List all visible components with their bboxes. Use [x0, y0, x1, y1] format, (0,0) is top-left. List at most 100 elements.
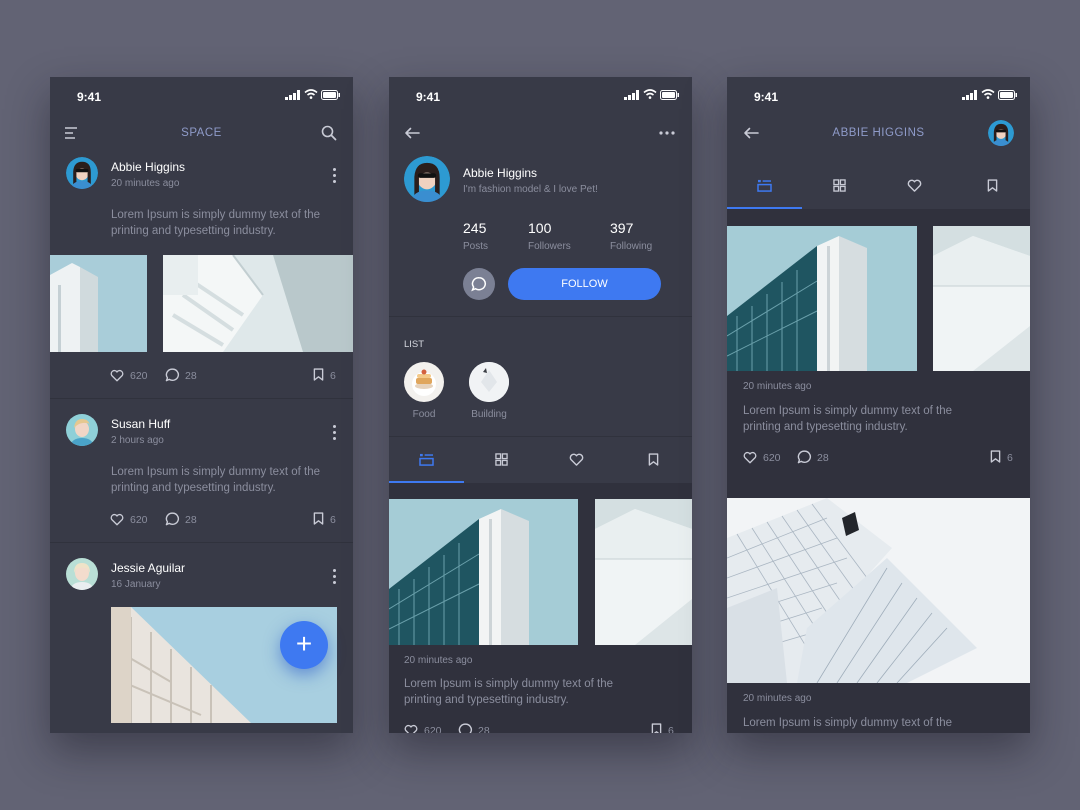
list-item-food[interactable]	[404, 362, 444, 402]
comment-icon[interactable]	[165, 368, 180, 382]
bookmark-icon[interactable]	[313, 368, 324, 381]
post-text: Lorem Ipsum is simply dummy text of the …	[111, 209, 320, 237]
avatar[interactable]	[988, 120, 1014, 146]
followers-count[interactable]: 100	[528, 220, 551, 236]
signal-icon	[285, 90, 301, 100]
list-item-building-label: Building	[471, 409, 507, 420]
heart-icon[interactable]	[110, 369, 124, 382]
user-posts-screen: 9:41 ABBIE HIGGINS 20 minutes ago Lorem …	[727, 77, 1030, 733]
search-icon[interactable]	[321, 125, 337, 141]
heart-icon[interactable]	[110, 513, 124, 526]
battery-icon	[321, 90, 341, 100]
more-icon[interactable]	[333, 569, 337, 587]
post-text: Lorem Ipsum is simply dummy text of the	[743, 717, 952, 729]
tab-favorites-icon[interactable]	[569, 453, 584, 466]
status-time: 9:41	[77, 90, 102, 104]
status-time: 9:41	[416, 90, 441, 104]
post-photo[interactable]	[163, 255, 353, 352]
profile-bio: I'm fashion model & I love Pet!	[463, 184, 598, 195]
profile-avatar[interactable]	[404, 156, 450, 202]
tab-saved-icon[interactable]	[648, 453, 659, 466]
bookmark-icon[interactable]	[651, 723, 662, 733]
avatar[interactable]	[66, 414, 98, 446]
heart-icon[interactable]	[743, 451, 757, 464]
status-time: 9:41	[754, 90, 779, 104]
comment-count: 28	[185, 370, 197, 382]
profile-name: Abbie Higgins	[463, 166, 538, 180]
divider	[389, 436, 692, 437]
tab-list-icon[interactable]	[419, 453, 434, 466]
back-arrow-icon[interactable]	[404, 127, 420, 139]
like-count: 620	[424, 725, 442, 733]
bookmark-icon[interactable]	[990, 450, 1001, 463]
status-icons	[285, 89, 339, 101]
add-post-button[interactable]: +	[280, 621, 328, 669]
comment-icon[interactable]	[165, 512, 180, 526]
post-author[interactable]: Abbie Higgins	[111, 160, 185, 174]
comment-count: 28	[478, 725, 490, 733]
like-count: 620	[130, 370, 148, 382]
battery-icon	[998, 90, 1018, 100]
comment-icon[interactable]	[797, 450, 812, 464]
post-author[interactable]: Susan Huff	[111, 417, 170, 431]
building-thumbnail	[469, 362, 509, 402]
more-icon[interactable]	[333, 425, 337, 443]
post-photo[interactable]	[595, 499, 692, 645]
page-title: SPACE	[181, 127, 222, 139]
post-photo[interactable]	[727, 498, 1030, 683]
post-time: 20 minutes ago	[743, 381, 812, 392]
following-count[interactable]: 397	[610, 220, 633, 236]
following-label: Following	[610, 241, 653, 252]
follow-button[interactable]: FOLLOW	[508, 268, 661, 300]
tab-grid-icon[interactable]	[833, 179, 846, 192]
wifi-icon	[981, 89, 995, 99]
bookmark-icon[interactable]	[313, 512, 324, 525]
heart-icon[interactable]	[404, 724, 418, 733]
status-icons	[624, 89, 678, 101]
followers-label: Followers	[528, 241, 571, 252]
tab-saved-icon[interactable]	[987, 179, 998, 192]
tab-favorites-icon[interactable]	[907, 179, 922, 192]
list-title: LIST	[404, 339, 425, 350]
post-photo[interactable]	[727, 226, 917, 371]
list-item-building[interactable]	[469, 362, 509, 402]
tab-grid-icon[interactable]	[495, 453, 508, 466]
more-horizontal-icon[interactable]	[659, 131, 675, 135]
status-icons	[962, 89, 1016, 101]
post-text: Lorem Ipsum is simply dummy text of the …	[743, 405, 952, 433]
tab-list-icon[interactable]	[757, 179, 772, 192]
save-count: 6	[330, 370, 336, 382]
post-photo[interactable]	[389, 499, 578, 645]
comment-icon[interactable]	[458, 723, 473, 733]
like-count: 620	[763, 452, 781, 464]
more-icon[interactable]	[333, 168, 337, 186]
avatar[interactable]	[66, 558, 98, 590]
divider	[50, 542, 353, 543]
save-count: 6	[330, 514, 336, 526]
posts-count: 245	[463, 220, 487, 236]
signal-icon	[624, 90, 640, 100]
post-photo[interactable]	[50, 255, 147, 352]
comment-count: 28	[185, 514, 197, 526]
page-title: ABBIE HIGGINS	[832, 127, 925, 139]
like-count: 620	[130, 514, 148, 526]
posts-label: Posts	[463, 241, 489, 252]
post-author[interactable]: Jessie Aguilar	[111, 561, 185, 575]
post-time: 20 minutes ago	[404, 655, 473, 666]
profile-screen: 9:41 Abbie Higgins I'm fashion model & I…	[389, 77, 692, 733]
battery-icon	[660, 90, 680, 100]
divider	[50, 398, 353, 399]
post-time: 20 minutes ago	[743, 693, 812, 704]
message-button[interactable]	[463, 268, 495, 300]
list-item-food-label: Food	[412, 409, 436, 420]
divider	[389, 316, 692, 317]
post-photo[interactable]	[933, 226, 1030, 371]
chat-bubble-icon	[471, 276, 487, 292]
post-time: 20 minutes ago	[111, 178, 180, 189]
signal-icon	[962, 90, 978, 100]
post-text: Lorem Ipsum is simply dummy text of the …	[404, 678, 613, 706]
save-count: 6	[1007, 452, 1013, 464]
wifi-icon	[643, 89, 657, 99]
post-time: 16 January	[111, 579, 161, 590]
avatar[interactable]	[66, 157, 98, 189]
